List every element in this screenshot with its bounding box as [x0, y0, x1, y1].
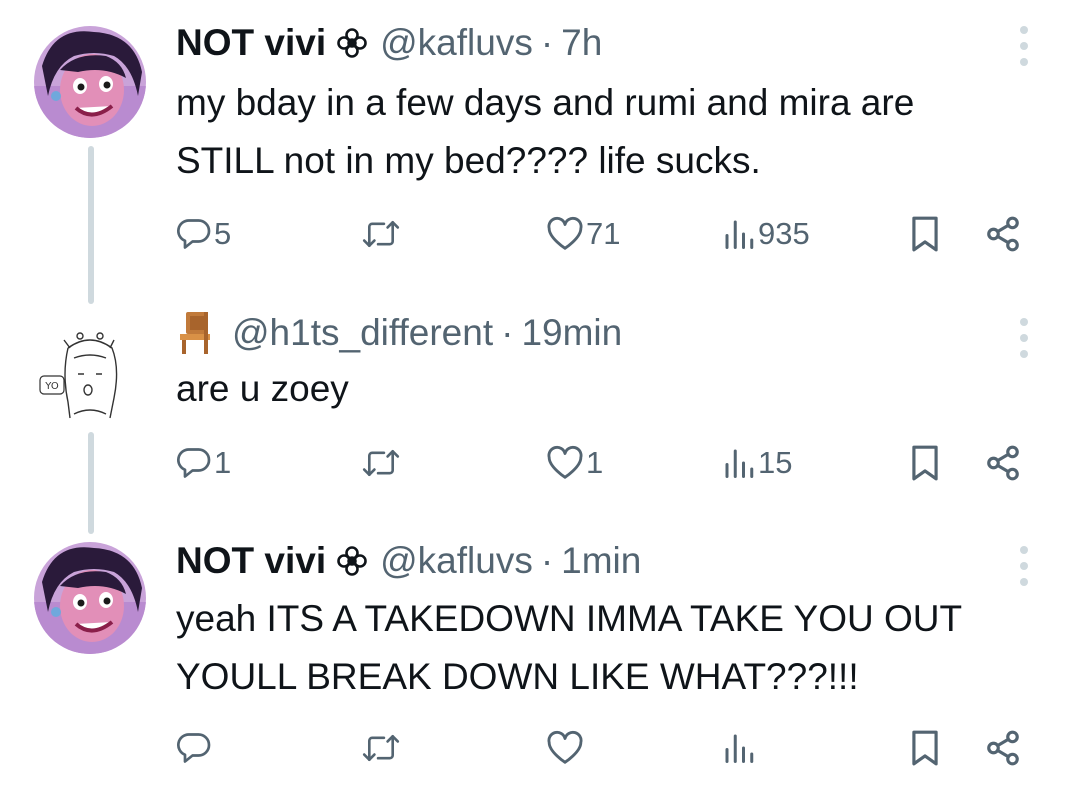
- more-dot: [1020, 42, 1028, 50]
- avatar-image: [34, 542, 146, 654]
- more-options-button[interactable]: [1012, 546, 1036, 586]
- post-header: @h1ts_different · 19min: [176, 310, 622, 356]
- timestamp[interactable]: 1min: [561, 540, 641, 582]
- display-name[interactable]: NOT vivi: [176, 22, 326, 64]
- more-dot: [1020, 546, 1028, 554]
- avatar-image: [34, 26, 146, 138]
- user-handle[interactable]: @h1ts_different: [232, 312, 493, 354]
- post-text: my bday in a few days and rumi and mira …: [176, 82, 915, 181]
- post-header: NOT vivi @kafluvs · 7h: [176, 20, 602, 66]
- reply-button[interactable]: [176, 726, 214, 770]
- post-text: yeah ITS A TAKEDOWN IMMA TAKE YOU OUT YO…: [176, 598, 963, 697]
- share-icon: [987, 730, 1019, 766]
- more-options-button[interactable]: [1012, 26, 1036, 66]
- more-options-button[interactable]: [1012, 318, 1036, 358]
- thread-connector: [88, 432, 94, 534]
- repost-icon: [362, 220, 400, 248]
- timestamp[interactable]: 7h: [561, 22, 602, 64]
- view-count: 15: [758, 445, 793, 480]
- more-dot: [1020, 334, 1028, 342]
- post-header: NOT vivi @kafluvs · 1min: [176, 538, 641, 584]
- share-button[interactable]: [984, 212, 1022, 256]
- more-dot: [1020, 562, 1028, 570]
- reply-icon: [177, 219, 211, 249]
- reply-count: 5: [214, 216, 232, 251]
- like-button[interactable]: 71: [546, 212, 620, 256]
- reply-count: 1: [214, 445, 232, 480]
- reply-button[interactable]: 1: [176, 441, 231, 485]
- like-count: 1: [586, 445, 604, 480]
- share-icon: [987, 445, 1019, 481]
- heart-icon: [547, 445, 583, 479]
- share-button[interactable]: [984, 441, 1022, 485]
- views-button[interactable]: [722, 726, 758, 770]
- separator-dot: ·: [540, 540, 554, 581]
- more-dot: [1020, 578, 1028, 586]
- user-handle[interactable]: @kafluvs: [380, 22, 533, 64]
- views-icon: [725, 734, 754, 763]
- repost-button[interactable]: [362, 726, 402, 770]
- reply-button[interactable]: 5: [176, 212, 231, 256]
- separator-dot: ·: [501, 312, 514, 353]
- reply-thread: NOT vivi @kafluvs · 7h my bday in a few …: [0, 0, 1080, 788]
- view-count: 935: [758, 216, 810, 251]
- chair-icon: [176, 310, 216, 356]
- bookmark-icon: [912, 216, 938, 252]
- views-button[interactable]: 15: [722, 441, 792, 485]
- more-dot: [1020, 350, 1028, 358]
- flower-icon: [336, 27, 368, 59]
- more-dot: [1020, 26, 1028, 34]
- heart-icon: [547, 216, 583, 250]
- user-handle[interactable]: @kafluvs: [380, 540, 533, 582]
- repost-button[interactable]: [362, 212, 402, 256]
- bookmark-button[interactable]: [908, 441, 942, 485]
- repost-button[interactable]: [362, 441, 402, 485]
- repost-icon: [362, 449, 400, 477]
- avatar[interactable]: YO: [34, 318, 146, 430]
- thread-connector: [88, 146, 94, 304]
- repost-icon: [362, 734, 400, 762]
- display-name[interactable]: NOT vivi: [176, 540, 326, 582]
- flower-icon: [336, 545, 368, 577]
- avatar[interactable]: [34, 26, 146, 138]
- avatar-image: YO: [34, 318, 146, 430]
- post-text: are u zoey: [176, 368, 349, 409]
- bookmark-icon: [912, 445, 938, 481]
- share-icon: [987, 216, 1019, 252]
- heart-icon: [547, 730, 583, 764]
- like-count: 71: [586, 216, 621, 251]
- reply-icon: [177, 448, 211, 478]
- more-dot: [1020, 58, 1028, 66]
- views-icon: [725, 220, 754, 249]
- views-button[interactable]: 935: [722, 212, 810, 256]
- timestamp[interactable]: 19min: [521, 312, 622, 354]
- action-bar: [176, 726, 1056, 770]
- reply-icon: [177, 733, 211, 763]
- views-icon: [725, 449, 754, 478]
- avatar-speech-text: YO: [44, 381, 59, 392]
- avatar[interactable]: [34, 542, 146, 654]
- like-button[interactable]: 1: [546, 441, 603, 485]
- bookmark-button[interactable]: [908, 212, 942, 256]
- like-button[interactable]: [546, 726, 586, 770]
- share-button[interactable]: [984, 726, 1022, 770]
- action-bar: 1 1 15: [176, 441, 1056, 485]
- action-bar: 5 71 935: [176, 212, 1056, 256]
- bookmark-icon: [912, 730, 938, 766]
- bookmark-button[interactable]: [908, 726, 942, 770]
- more-dot: [1020, 318, 1028, 326]
- separator-dot: ·: [540, 22, 554, 63]
